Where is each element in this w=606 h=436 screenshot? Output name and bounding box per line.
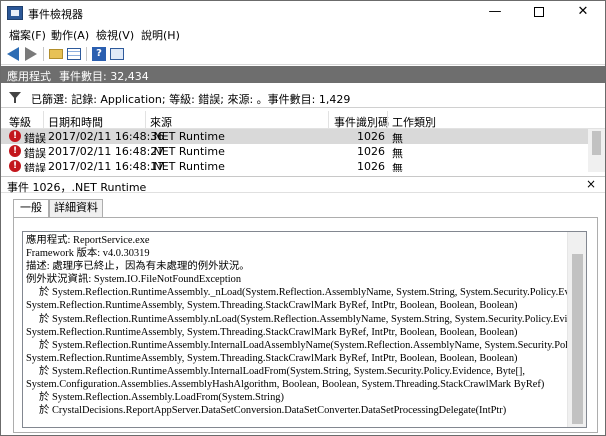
log-header: 應用程式 事件數目: 32,434: [1, 66, 605, 83]
column-divider[interactable]: [387, 111, 388, 129]
column-divider[interactable]: [328, 111, 329, 129]
help-icon: ?: [92, 47, 106, 61]
column-source[interactable]: 來源: [150, 114, 172, 130]
description-scrollbar[interactable]: [567, 232, 586, 427]
minimize-button[interactable]: —: [473, 1, 517, 25]
filter-bar: 已篩選: 記錄: Application; 等級: 錯誤; 來源: 。事件數目:…: [1, 86, 605, 108]
column-task-category[interactable]: 工作類別: [392, 114, 436, 130]
event-datetime: 2017/02/11 16:48:36: [48, 130, 165, 143]
event-level: 錯誤: [24, 162, 46, 172]
event-description: 應用程式: ReportService.exe Framework 版本: v4…: [26, 235, 587, 417]
event-source: .NET Runtime: [150, 160, 225, 172]
close-icon: ✕: [577, 4, 589, 19]
event-row[interactable]: ! 錯誤 2017/02/11 16:48:17 .NET Runtime 10…: [1, 159, 588, 172]
event-id: 1026: [357, 160, 385, 172]
filter-icon: [9, 92, 21, 103]
column-event-id[interactable]: 事件識別碼: [334, 114, 389, 130]
console-tree-icon: [67, 48, 81, 60]
event-source: .NET Runtime: [150, 145, 225, 158]
event-row[interactable]: ! 錯誤 2017/02/11 16:48:36 .NET Runtime 10…: [1, 129, 588, 145]
maximize-icon: [534, 6, 544, 17]
event-list-header: 等級 日期和時間 來源 事件識別碼 工作類別: [1, 111, 605, 129]
menu-help[interactable]: 說明(H): [141, 27, 180, 43]
window-title: 事件檢視器: [28, 8, 83, 21]
general-tab-panel: 應用程式: ReportService.exe Framework 版本: v4…: [13, 217, 598, 433]
column-divider[interactable]: [43, 111, 44, 129]
error-icon: !: [9, 145, 21, 157]
back-arrow-icon: [7, 47, 19, 61]
menu-view[interactable]: 檢視(V): [96, 27, 134, 43]
event-list: ! 錯誤 2017/02/11 16:48:36 .NET Runtime 10…: [1, 129, 588, 172]
event-list-scrollbar[interactable]: [588, 129, 605, 172]
event-id: 1026: [357, 145, 385, 158]
tab-general[interactable]: 一般: [13, 199, 49, 218]
minimize-icon: —: [488, 4, 502, 19]
filter-text: 已篩選: 記錄: Application; 等級: 錯誤; 來源: 。事件數目:…: [31, 93, 351, 106]
event-count: 事件數目: 32,434: [59, 70, 149, 83]
scroll-thumb[interactable]: [592, 131, 601, 155]
help-button[interactable]: ?: [91, 46, 107, 62]
toolbar: ?: [1, 43, 605, 65]
maximize-button[interactable]: [517, 1, 561, 25]
toolbar-separator: [86, 47, 87, 61]
event-viewer-icon: [7, 6, 23, 20]
tab-details[interactable]: 詳細資料: [49, 199, 103, 217]
event-category: 無: [392, 162, 403, 172]
open-folder-button[interactable]: [48, 46, 64, 62]
error-icon: !: [9, 130, 21, 142]
menu-file[interactable]: 檔案(F): [9, 27, 46, 43]
toolbar-separator: [43, 47, 44, 61]
event-description-box[interactable]: 應用程式: ReportService.exe Framework 版本: v4…: [22, 231, 587, 428]
event-row[interactable]: ! 錯誤 2017/02/11 16:48:27 .NET Runtime 10…: [1, 144, 588, 160]
back-button[interactable]: [5, 46, 21, 62]
title-bar[interactable]: 事件檢視器 — ✕: [1, 1, 605, 25]
log-name: 應用程式: [7, 70, 51, 83]
close-button[interactable]: ✕: [561, 1, 605, 25]
show-hide-tree-button[interactable]: [66, 46, 82, 62]
column-datetime[interactable]: 日期和時間: [48, 114, 103, 130]
event-datetime: 2017/02/11 16:48:17: [48, 160, 165, 172]
close-detail-icon[interactable]: ×: [586, 177, 596, 191]
event-source: .NET Runtime: [150, 130, 225, 143]
forward-arrow-icon: [25, 47, 37, 61]
column-level[interactable]: 等級: [9, 114, 31, 130]
menu-bar: 檔案(F) 動作(A) 檢視(V) 說明(H): [1, 25, 605, 43]
action-pane-icon: [110, 48, 124, 60]
menu-action[interactable]: 動作(A): [51, 27, 89, 43]
forward-button[interactable]: [23, 46, 39, 62]
event-datetime: 2017/02/11 16:48:27: [48, 145, 165, 158]
scroll-thumb[interactable]: [572, 254, 583, 424]
error-icon: !: [9, 160, 21, 172]
event-detail-header: 事件 1026，.NET Runtime ×: [1, 176, 605, 194]
event-viewer-window: 事件檢視器 — ✕ 檔案(F) 動作(A) 檢視(V) 說明(H) ? 應用程式…: [0, 0, 606, 436]
event-id: 1026: [357, 130, 385, 143]
column-divider[interactable]: [145, 111, 146, 129]
event-detail-title: 事件 1026，.NET Runtime: [7, 181, 147, 194]
folder-up-icon: [49, 49, 63, 59]
action-pane-button[interactable]: [109, 46, 125, 62]
